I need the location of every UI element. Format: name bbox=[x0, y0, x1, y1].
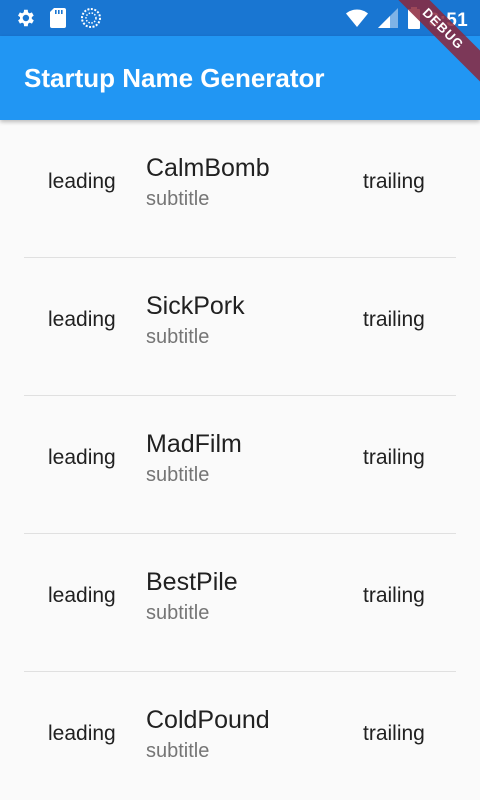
list-item-title: BestPile bbox=[146, 568, 238, 596]
list-item-trailing: trailing bbox=[363, 722, 425, 745]
list-item[interactable]: leading ColdPound subtitle trailing bbox=[0, 672, 480, 800]
name-list[interactable]: leading CalmBomb subtitle trailing leadi… bbox=[0, 120, 480, 800]
battery-icon bbox=[407, 6, 421, 35]
list-item-trailing: trailing bbox=[363, 584, 425, 607]
list-item[interactable]: leading CalmBomb subtitle trailing bbox=[0, 120, 480, 258]
list-item-trailing: trailing bbox=[363, 446, 425, 469]
list-item-subtitle: subtitle bbox=[146, 326, 210, 348]
list-item-leading: leading bbox=[48, 308, 116, 331]
list-item-subtitle: subtitle bbox=[146, 464, 210, 486]
app-bar-title: Startup Name Generator bbox=[24, 63, 325, 93]
list-item[interactable]: leading MadFilm subtitle trailing bbox=[0, 396, 480, 534]
list-item-title: ColdPound bbox=[146, 706, 270, 734]
list-item[interactable]: leading SickPork subtitle trailing bbox=[0, 258, 480, 396]
list-item-subtitle: subtitle bbox=[146, 740, 210, 762]
list-item-title: MadFilm bbox=[146, 430, 242, 458]
list-item-leading: leading bbox=[48, 170, 116, 193]
status-left-icons bbox=[14, 7, 102, 34]
list-item-subtitle: subtitle bbox=[146, 602, 210, 624]
list-item-title: SickPork bbox=[146, 292, 245, 320]
list-item-leading: leading bbox=[48, 584, 116, 607]
wifi-icon bbox=[345, 7, 369, 34]
list-item-trailing: trailing bbox=[363, 308, 425, 331]
gear-icon bbox=[14, 7, 36, 34]
list-item-subtitle: subtitle bbox=[146, 188, 210, 210]
app-bar: Startup Name Generator bbox=[0, 36, 480, 120]
signal-icon bbox=[377, 7, 399, 34]
list-item-title: CalmBomb bbox=[146, 154, 270, 182]
list-item[interactable]: leading BestPile subtitle trailing bbox=[0, 534, 480, 672]
sd-card-icon bbox=[48, 7, 68, 34]
list-item-leading: leading bbox=[48, 446, 116, 469]
status-bar: 3:51 bbox=[0, 0, 480, 36]
status-right-icons: 3:51 bbox=[345, 6, 468, 35]
sync-icon bbox=[80, 7, 102, 34]
list-item-leading: leading bbox=[48, 722, 116, 745]
list-item-trailing: trailing bbox=[363, 170, 425, 193]
status-time: 3:51 bbox=[428, 9, 468, 31]
